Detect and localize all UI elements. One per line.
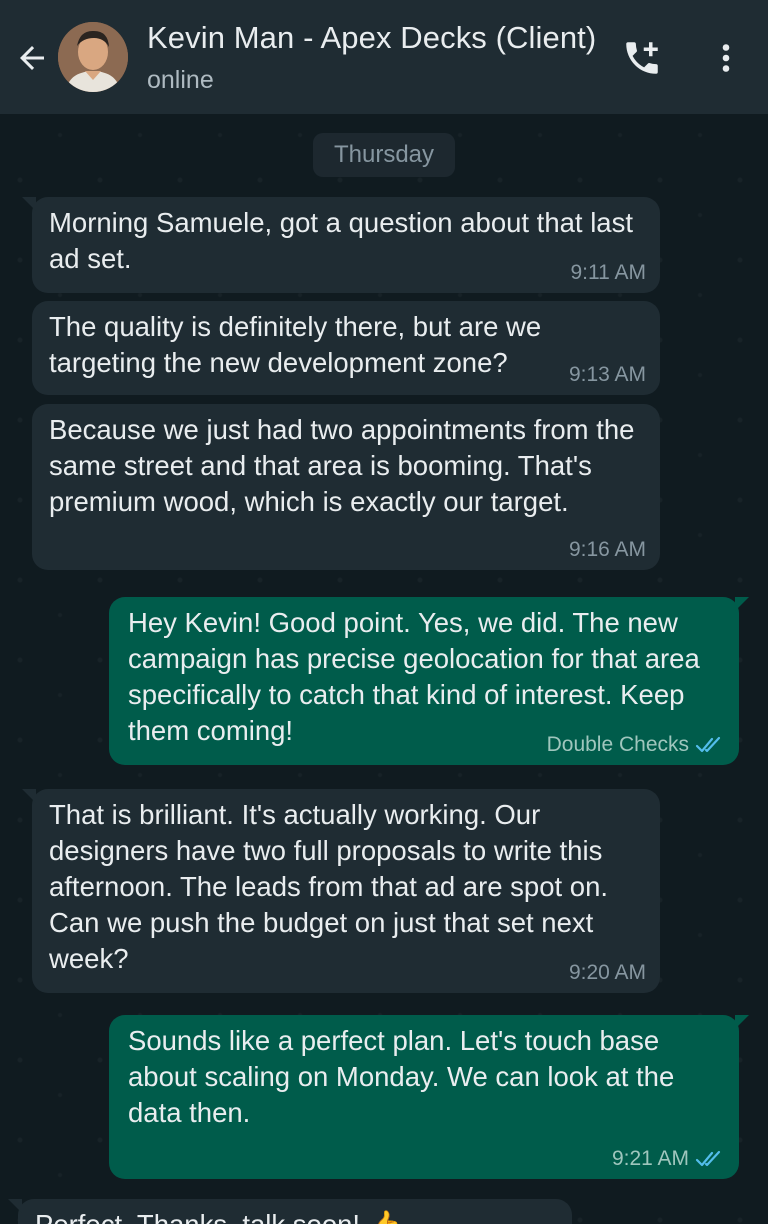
message-bubble-incoming[interactable]: Perfect. Thanks, talk soon! 👍 bbox=[8, 1199, 572, 1224]
arrow-left-icon bbox=[20, 46, 44, 70]
message-text: Morning Samuele, got a question about th… bbox=[49, 207, 633, 274]
contact-photo bbox=[58, 22, 128, 92]
message-bubble-incoming[interactable]: Because we just had two appointments fro… bbox=[32, 404, 660, 570]
chat-header: Kevin Man - Apex Decks (Client) online bbox=[0, 0, 768, 114]
message-meta: 9:11 AM bbox=[571, 261, 647, 285]
bubble-tail bbox=[8, 1199, 22, 1213]
message-text: That is brilliant. It's actually working… bbox=[49, 799, 609, 974]
message-bubble-outgoing[interactable]: Sounds like a perfect plan. Let's touch … bbox=[109, 1015, 749, 1179]
date-separator: Thursday bbox=[313, 133, 455, 177]
message-status-text: Double Checks bbox=[546, 733, 689, 756]
message-time: 9:13 AM bbox=[568, 363, 646, 386]
message-text: Hey Kevin! Good point. Yes, we did. The … bbox=[128, 607, 700, 746]
double-check-icon bbox=[695, 1150, 721, 1167]
more-vertical-icon bbox=[722, 44, 730, 72]
message-bubble-incoming[interactable]: Morning Samuele, got a question about th… bbox=[22, 197, 660, 293]
double-check-icon bbox=[695, 736, 721, 753]
message-time: 9:11 AM bbox=[570, 261, 647, 284]
message-text: Perfect. Thanks, talk soon! 👍 bbox=[35, 1207, 556, 1224]
message-meta: 9:20 AM bbox=[569, 961, 646, 985]
message-meta: Double Checks bbox=[547, 733, 725, 757]
message-bubble-outgoing[interactable]: Hey Kevin! Good point. Yes, we did. The … bbox=[109, 597, 749, 765]
chat-screen: Kevin Man - Apex Decks (Client) online T… bbox=[0, 0, 768, 1224]
message-time: 9:20 AM bbox=[568, 961, 646, 984]
message-meta: 9:13 AM bbox=[569, 363, 646, 387]
contact-name[interactable]: Kevin Man - Apex Decks (Client) bbox=[147, 20, 596, 56]
more-options-button[interactable] bbox=[700, 32, 752, 84]
avatar[interactable] bbox=[58, 22, 128, 92]
message-meta: 9:21 AM bbox=[612, 1147, 725, 1171]
contact-status: online bbox=[147, 66, 214, 94]
add-call-button[interactable] bbox=[616, 32, 668, 84]
message-bubble-incoming[interactable]: The quality is definitely there, but are… bbox=[32, 301, 660, 395]
bubble-tail bbox=[22, 789, 36, 803]
message-bubble-incoming[interactable]: That is brilliant. It's actually working… bbox=[22, 789, 660, 993]
message-text: The quality is definitely there, but are… bbox=[49, 311, 542, 378]
message-meta: 9:16 AM bbox=[569, 538, 646, 562]
message-text: Because we just had two appointments fro… bbox=[49, 414, 635, 517]
bubble-tail bbox=[735, 597, 749, 611]
back-button[interactable] bbox=[8, 30, 56, 86]
add-call-icon bbox=[626, 42, 658, 74]
bubble-tail bbox=[735, 1015, 749, 1029]
message-time: 9:21 AM bbox=[611, 1147, 689, 1170]
message-time: 9:16 AM bbox=[568, 538, 646, 561]
bubble-tail bbox=[22, 197, 36, 211]
message-text: Sounds like a perfect plan. Let's touch … bbox=[128, 1025, 675, 1128]
